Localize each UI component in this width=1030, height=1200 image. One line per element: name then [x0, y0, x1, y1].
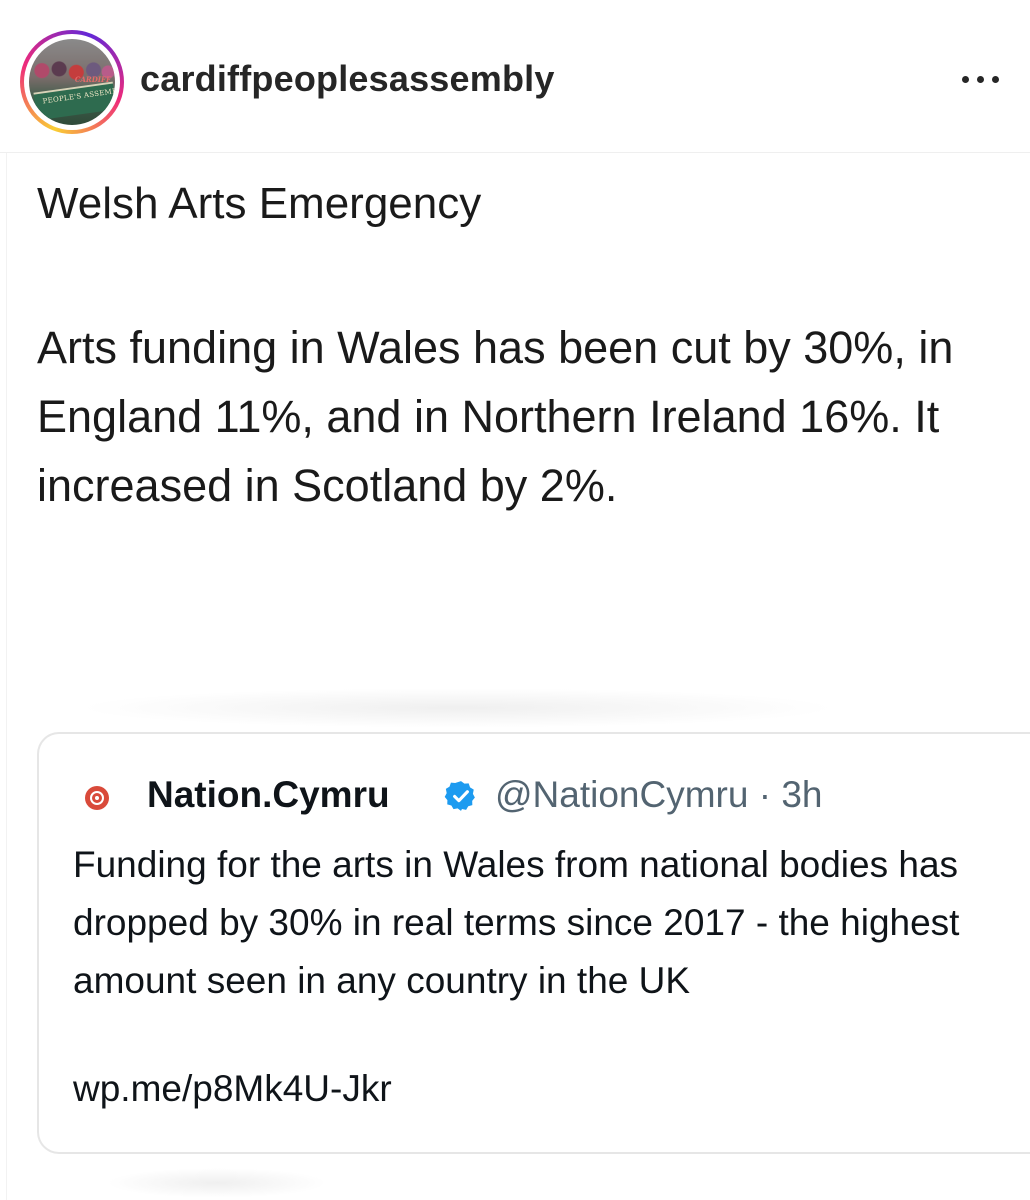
- story-ring[interactable]: CARDIFF PEOPLE'S ASSEMBLY: [20, 30, 124, 134]
- more-horizontal-icon: [977, 76, 984, 83]
- quoted-tweet-link[interactable]: wp.me/p8Mk4U-Jkr: [73, 1068, 392, 1110]
- post-title: Welsh Arts Emergency: [37, 179, 482, 228]
- more-horizontal-icon: [992, 76, 999, 83]
- more-horizontal-icon: [962, 76, 969, 83]
- quoted-tweet-text: Funding for the arts in Wales from natio…: [73, 844, 960, 1001]
- tweet-screenshot: Welsh Arts Emergency Arts funding in Wal…: [6, 153, 1030, 1200]
- avatar-frame: CARDIFF PEOPLE'S ASSEMBLY: [24, 34, 120, 130]
- post-body-text: Arts funding in Wales has been cut by 30…: [37, 322, 954, 511]
- more-options-button[interactable]: [956, 64, 1006, 94]
- post-header: CARDIFF PEOPLE'S ASSEMBLY cardiffpeoples…: [0, 0, 1030, 152]
- username[interactable]: cardiffpeoplesassembly: [140, 58, 555, 100]
- image-artifact: [77, 688, 837, 728]
- image-artifact: [107, 1168, 327, 1198]
- quoted-author-name[interactable]: Nation.Cymru: [147, 774, 390, 816]
- instagram-post: CARDIFF PEOPLE'S ASSEMBLY cardiffpeoples…: [0, 0, 1030, 1200]
- nation-cymru-logo-icon: [85, 786, 109, 810]
- verified-badge-icon: [444, 781, 475, 811]
- post-image: Welsh Arts Emergency Arts funding in Wal…: [0, 152, 1030, 1200]
- quoted-handle-time: @NationCymru · 3h: [495, 774, 823, 815]
- quoted-tweet[interactable]: Nation.Cymru @NationCymru · 3h Funding f…: [37, 732, 1030, 1154]
- avatar[interactable]: CARDIFF PEOPLE'S ASSEMBLY: [29, 39, 115, 125]
